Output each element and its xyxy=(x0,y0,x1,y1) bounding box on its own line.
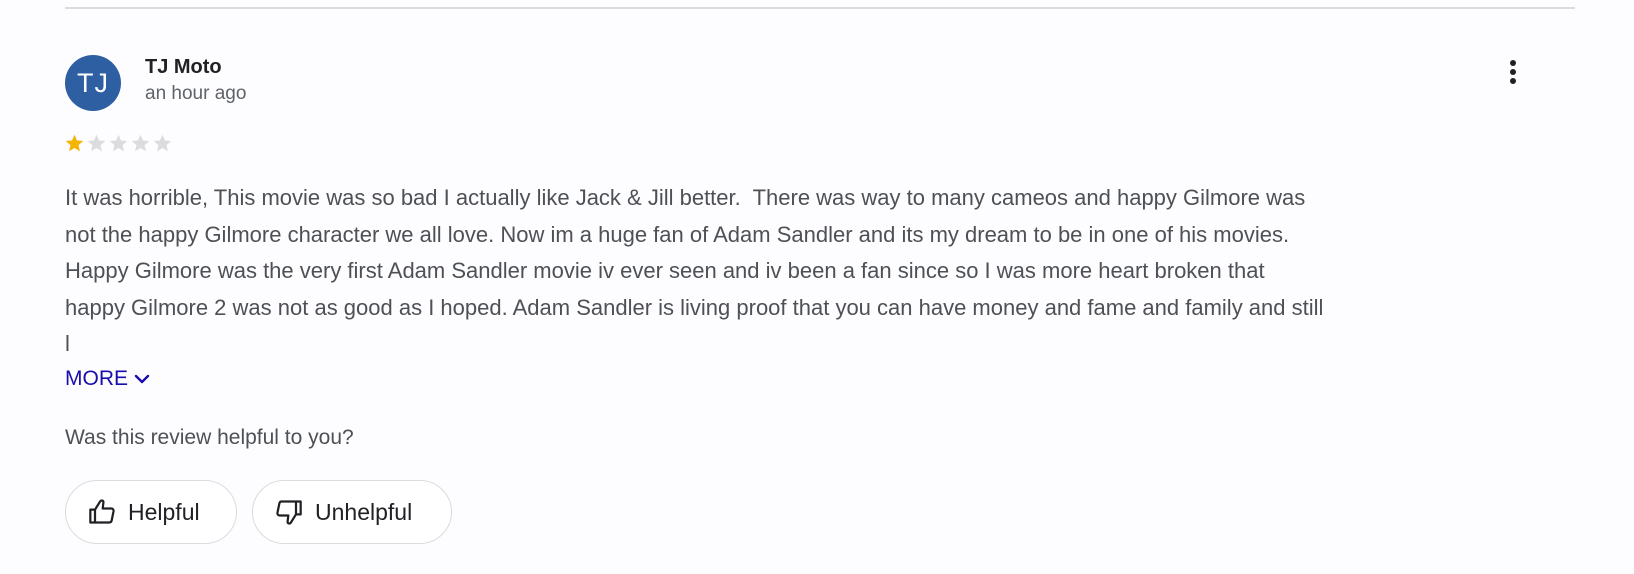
unhelpful-button[interactable]: Unhelpful xyxy=(252,480,452,544)
thumb-down-icon xyxy=(276,500,302,525)
avatar-initials: TJ xyxy=(77,67,109,98)
helpful-button[interactable]: Helpful xyxy=(65,480,237,544)
thumb-up-icon xyxy=(89,499,115,524)
star-empty-icon xyxy=(131,134,150,152)
avatar[interactable]: TJ xyxy=(65,55,121,111)
more-vert-icon xyxy=(1510,60,1516,84)
star-empty-icon xyxy=(87,134,106,152)
star-rating xyxy=(64,133,173,154)
helpful-question: Was this review helpful to you? xyxy=(65,426,354,449)
reviewer-name[interactable]: TJ Moto xyxy=(145,56,222,79)
star-empty-icon xyxy=(153,134,172,152)
helpful-label: Helpful xyxy=(128,498,200,525)
review-text: It was horrible, This movie was so bad I… xyxy=(65,185,1324,356)
review-time: an hour ago xyxy=(145,83,247,104)
more-button[interactable]: MORE xyxy=(65,367,150,391)
star-empty-icon xyxy=(109,134,128,152)
top-divider xyxy=(65,7,1575,9)
more-label: MORE xyxy=(65,367,128,390)
star-filled-icon xyxy=(65,134,84,152)
unhelpful-label: Unhelpful xyxy=(315,498,413,525)
chevron-down-icon xyxy=(134,374,150,384)
more-options-button[interactable] xyxy=(1496,52,1530,92)
